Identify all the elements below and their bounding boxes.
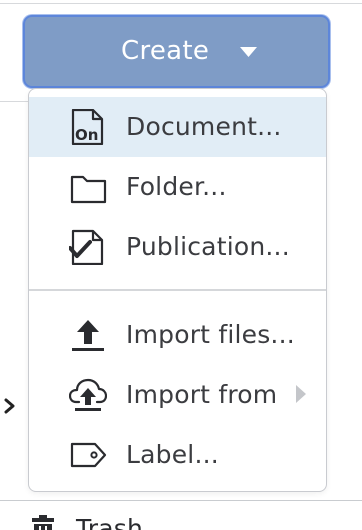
left-divider [0, 101, 28, 102]
publication-icon [69, 229, 104, 265]
document-icon-text: On [75, 126, 98, 144]
bottom-divider [0, 500, 362, 501]
menu-item-label-tag[interactable]: Label... [29, 425, 326, 485]
menu-item-label: Document... [126, 112, 282, 141]
create-dropdown-menu: On Document... Folder... Publication... [28, 88, 327, 492]
menu-item-publication[interactable]: Publication... [29, 217, 326, 277]
folder-icon [70, 175, 107, 204]
menu-divider [29, 289, 326, 291]
menu-item-label: Label... [126, 440, 219, 469]
document-onshape-icon: On [71, 109, 104, 145]
trash-icon [32, 515, 54, 530]
tag-icon [70, 442, 107, 468]
cloud-upload-icon [69, 378, 107, 411]
menu-item-label: Folder... [126, 172, 227, 201]
menu-item-import-from[interactable]: Import from [29, 365, 326, 425]
menu-item-label: Publication... [126, 232, 290, 261]
create-button[interactable]: Create [23, 15, 330, 88]
chevron-right-icon[interactable] [2, 396, 18, 416]
page: Trash Create On Document... Folder... Pu… [0, 0, 362, 530]
caret-down-icon [240, 47, 257, 57]
menu-item-folder[interactable]: Folder... [29, 157, 326, 217]
sidebar-item-trash[interactable]: Trash [30, 512, 190, 530]
menu-item-label: Import files... [126, 320, 295, 349]
menu-item-document[interactable]: On Document... [29, 97, 326, 157]
upload-icon [72, 320, 104, 351]
sidebar-item-label: Trash [76, 514, 144, 530]
menu-item-import-files[interactable]: Import files... [29, 305, 326, 365]
submenu-arrow-icon [296, 385, 306, 403]
menu-item-label: Import from [126, 380, 278, 409]
top-divider [0, 3, 362, 4]
create-button-label: Create [121, 36, 210, 66]
